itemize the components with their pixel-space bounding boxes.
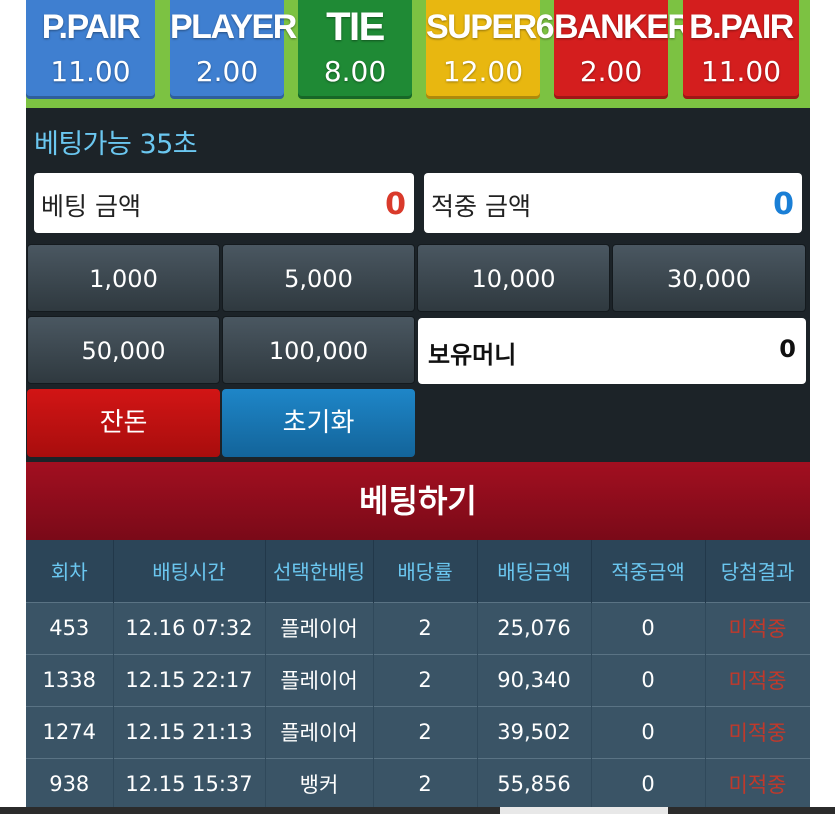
bet-option-p-pair[interactable]: P.PAIR 11.00 [26,0,155,99]
bet-option-name: B.PAIR [689,8,794,46]
cell-bet-amount: 25,076 [477,601,592,654]
cell-selected-bet: 플레이어 [265,601,374,654]
column-header-bet-time: 배팅시간 [113,540,266,602]
bet-option-odds: 2.00 [579,55,643,88]
bet-history-table: 회차 배팅시간 선택한배팅 배당률 배팅금액 적중금액 당첨결과 453 12.… [26,540,810,810]
chip-button-30000[interactable]: 30,000 [612,244,806,312]
cell-selected-bet: 뱅커 [265,757,374,810]
table-row: 453 12.16 07:32 플레이어 2 25,076 0 미적중 [26,601,810,654]
bet-amount-box: 베팅 금액 0 [34,173,414,233]
cell-bet-time: 12.15 22:17 [113,653,266,706]
table-header-row: 회차 배팅시간 선택한배팅 배당률 배팅금액 적중금액 당첨결과 [26,540,810,602]
bet-option-name: SUPER6 [426,8,555,46]
bet-option-b-pair[interactable]: B.PAIR 11.00 [683,0,799,99]
cell-bet-time: 12.16 07:32 [113,601,266,654]
bet-option-super6[interactable]: SUPER6 12.00 [426,0,555,99]
cell-result: 미적중 [705,653,810,706]
cell-bet-amount: 55,856 [477,757,592,810]
table-row: 1274 12.15 21:13 플레이어 2 39,502 0 미적중 [26,705,810,758]
column-header-bet-amount: 배팅금액 [477,540,592,602]
cell-odds: 2 [373,705,478,758]
column-header-round: 회차 [26,540,114,602]
bet-option-player[interactable]: PLAYER 2.00 [170,0,297,99]
bet-countdown: 베팅가능 35초 [34,129,198,160]
place-bet-button[interactable]: 베팅하기 [26,462,810,540]
cell-round: 1274 [26,705,114,758]
column-header-odds: 배당률 [373,540,478,602]
table-row: 1338 12.15 22:17 플레이어 2 90,340 0 미적중 [26,653,810,706]
column-header-selected-bet: 선택한배팅 [265,540,374,602]
win-amount-box: 적중 금액 0 [424,173,802,233]
table-row: 938 12.15 15:37 뱅커 2 55,856 0 미적중 [26,757,810,810]
cell-bet-amount: 39,502 [477,705,592,758]
bet-option-odds: 2.00 [195,55,259,88]
cell-round: 453 [26,601,114,654]
cell-result: 미적중 [705,705,810,758]
cell-win-amount: 0 [591,653,706,706]
bet-option-name: P.PAIR [41,8,141,46]
bet-option-tie[interactable]: TIE 8.00 [298,0,412,99]
cell-win-amount: 0 [591,601,706,654]
cell-round: 1338 [26,653,114,706]
column-header-result: 당첨결과 [705,540,810,602]
scroll-indicator [500,807,668,814]
bet-options-bar: P.PAIR 11.00 PLAYER 2.00 TIE 8.00 SUPER6… [26,0,810,108]
bet-option-name: BANKER [554,8,692,46]
cell-win-amount: 0 [591,757,706,810]
cell-odds: 2 [373,653,478,706]
bet-option-odds: 8.00 [323,55,387,88]
bet-option-odds: 12.00 [442,55,524,88]
bet-option-name: PLAYER [170,8,297,46]
balance-label: 보유머니 [428,341,517,369]
win-amount-label: 적중 금액 [431,192,531,221]
bet-option-name: TIE [326,5,385,49]
cell-odds: 2 [373,601,478,654]
chip-button-50000[interactable]: 50,000 [27,316,220,384]
reset-button[interactable]: 초기화 [222,389,415,457]
column-header-win-amount: 적중금액 [591,540,706,602]
bet-option-odds: 11.00 [50,55,131,88]
win-amount-value: 0 [773,187,794,222]
betting-panel: P.PAIR 11.00 PLAYER 2.00 TIE 8.00 SUPER6… [26,0,810,814]
cell-bet-time: 12.15 21:13 [113,705,266,758]
chip-button-100000[interactable]: 100,000 [222,316,415,384]
cell-selected-bet: 플레이어 [265,653,374,706]
cell-result: 미적중 [705,601,810,654]
chip-button-5000[interactable]: 5,000 [222,244,415,312]
cell-bet-amount: 90,340 [477,653,592,706]
balance-value: 0 [779,335,796,363]
chip-button-10000[interactable]: 10,000 [417,244,610,312]
balance-box: 보유머니 0 [418,318,806,384]
bottom-scroll-bar [0,807,835,814]
cell-odds: 2 [373,757,478,810]
bet-option-banker[interactable]: BANKER 2.00 [554,0,692,99]
bet-amount-value: 0 [385,187,406,222]
cell-selected-bet: 플레이어 [265,705,374,758]
cell-bet-time: 12.15 15:37 [113,757,266,810]
change-button[interactable]: 잔돈 [27,389,220,457]
cell-result: 미적중 [705,757,810,810]
chip-button-1000[interactable]: 1,000 [27,244,220,312]
cell-win-amount: 0 [591,705,706,758]
bet-option-odds: 11.00 [700,55,782,88]
cell-round: 938 [26,757,114,810]
bet-amount-label: 베팅 금액 [41,192,141,221]
